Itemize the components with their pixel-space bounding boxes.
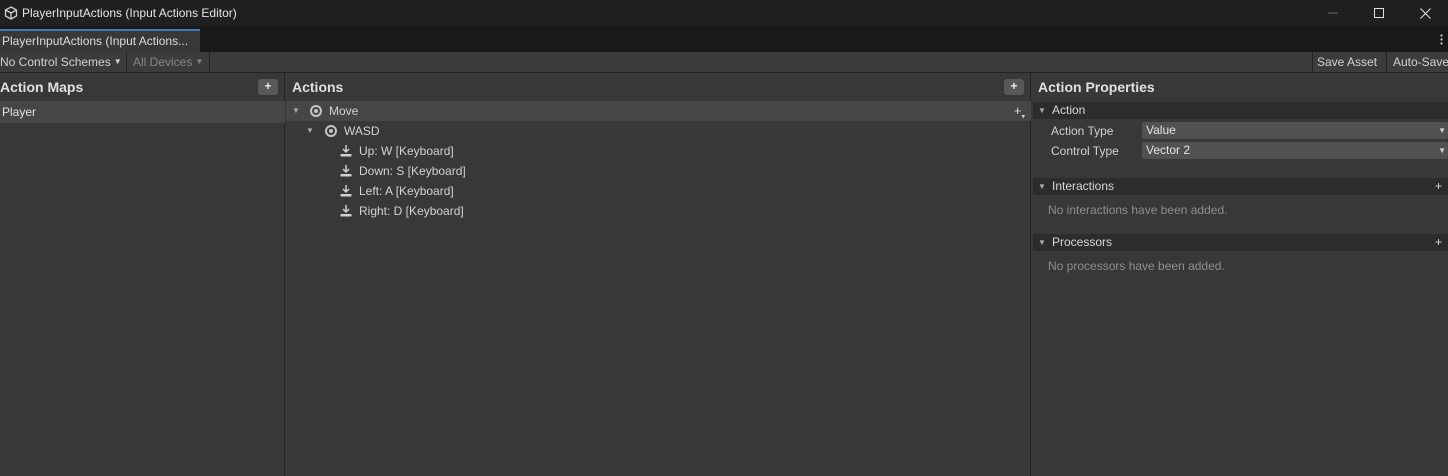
actions-header: Actions + [286,73,1030,101]
processors-section-label: Processors [1052,235,1113,249]
action-maps-header: Action Maps + [0,73,284,101]
window-title: PlayerInputActions (Input Actions Editor… [22,6,237,20]
control-type-label: Control Type [1051,144,1119,158]
maximize-icon [1374,8,1384,18]
add-action-button[interactable]: + [1004,79,1024,95]
composite-icon [325,125,337,137]
add-interaction-plus-icon[interactable]: + [1435,178,1442,195]
interactions-empty-message: No interactions have been added. [1048,203,1228,217]
binding-icon [340,145,352,157]
binding-row-right[interactable]: Right: D [Keyboard] [286,201,1031,221]
control-type-value: Vector 2 [1146,143,1191,157]
expand-triangle-icon[interactable]: ▼ [306,121,314,141]
binding-icon [340,165,352,177]
binding-label: Down: S [Keyboard] [359,164,466,178]
tab-player-input-actions[interactable]: PlayerInputActions (Input Actions... [0,29,200,52]
add-action-map-button[interactable]: + [258,79,278,95]
collapse-triangle-icon: ▼ [1038,238,1046,247]
tab-strip: PlayerInputActions (Input Actions... [0,26,1448,52]
action-type-value: Value [1146,123,1176,137]
action-row-move[interactable]: ▼ Move +▾ [286,101,1031,121]
action-label: Move [329,104,359,118]
close-icon [1419,7,1431,19]
action-section-header[interactable]: ▼ Action [1033,102,1448,119]
tab-options-button[interactable] [1436,26,1446,52]
action-properties-panel: Action Properties ▼ Action Action Type V… [1032,73,1448,476]
dropdown-arrow-icon: ▼ [113,57,122,66]
processors-empty-message: No processors have been added. [1048,259,1225,273]
control-schemes-label: No Control Schemes [0,55,111,69]
interactions-section-header[interactable]: ▼ Interactions + [1033,178,1448,195]
unity-cube-icon [4,6,18,20]
collapse-triangle-icon: ▼ [1038,106,1046,115]
composite-label: WASD [344,124,380,138]
save-asset-button[interactable]: Save Asset [1312,52,1386,72]
actions-panel: Actions + ▼ Move +▾ ▼ WASD Up: W [Keyboa… [286,73,1031,476]
binding-row-left[interactable]: Left: A [Keyboard] [286,181,1031,201]
composite-row-wasd[interactable]: ▼ WASD [286,121,1031,141]
expand-triangle-icon[interactable]: ▼ [292,101,300,121]
binding-label: Right: D [Keyboard] [359,204,464,218]
binding-label: Up: W [Keyboard] [359,144,454,158]
control-type-row: Control Type Vector 2 ▼ [1032,141,1448,161]
devices-dropdown[interactable]: All Devices ▼ [128,52,210,72]
binding-row-up[interactable]: Up: W [Keyboard] [286,141,1031,161]
control-schemes-dropdown[interactable]: No Control Schemes ▼ [0,52,127,72]
binding-label: Left: A [Keyboard] [359,184,454,198]
plus-icon: + [1010,79,1018,93]
action-maps-title: Action Maps [0,79,84,95]
editor-toolbar: No Control Schemes ▼ All Devices ▼ Save … [0,52,1448,73]
plus-icon: + [264,79,272,93]
devices-label: All Devices [133,55,193,69]
action-properties-title: Action Properties [1038,79,1155,95]
binding-row-down[interactable]: Down: S [Keyboard] [286,161,1031,181]
collapse-triangle-icon: ▼ [1038,182,1046,191]
dropdown-arrow-icon: ▼ [195,57,204,66]
processors-section-header[interactable]: ▼ Processors + [1033,234,1448,251]
auto-save-toggle[interactable]: Auto-Save [1386,52,1448,72]
control-type-dropdown[interactable]: Vector 2 ▼ [1142,142,1448,159]
close-window-button[interactable] [1402,0,1448,26]
dropdown-arrow-icon: ▼ [1438,126,1446,135]
kebab-menu-icon [1439,33,1443,45]
action-properties-header: Action Properties [1032,73,1448,101]
interactions-section-label: Interactions [1052,179,1115,193]
window-title-bar: PlayerInputActions (Input Actions Editor… [0,0,1448,26]
action-maps-panel: Action Maps + Player [0,73,285,476]
action-icon [310,105,322,117]
actions-title: Actions [292,79,344,95]
action-map-item-player[interactable]: Player [0,101,285,123]
binding-icon [340,185,352,197]
dropdown-arrow-icon: ▼ [1438,146,1446,155]
minimize-button[interactable] [1310,0,1356,26]
add-processor-plus-icon[interactable]: + [1435,234,1442,251]
maximize-button[interactable] [1356,0,1402,26]
action-type-label: Action Type [1051,124,1114,138]
minimize-icon [1328,12,1338,14]
action-type-row: Action Type Value ▼ [1032,121,1448,141]
action-section-label: Action [1052,103,1086,117]
action-type-dropdown[interactable]: Value ▼ [1142,122,1448,139]
binding-icon [340,205,352,217]
